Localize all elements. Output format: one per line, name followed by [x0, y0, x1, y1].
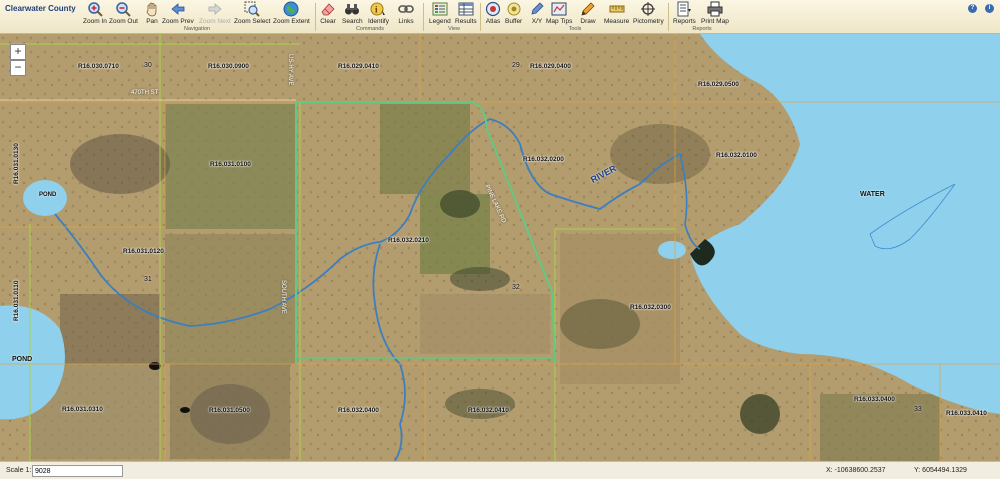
toolbar-divider — [423, 3, 424, 31]
legend-button[interactable]: Legend — [429, 1, 451, 27]
table-icon — [458, 1, 474, 17]
parcel-label[interactable]: R16.032.0100 — [716, 152, 757, 159]
legend-icon — [432, 1, 448, 17]
commands-group-label: Commands — [355, 26, 385, 32]
zoom-in-button[interactable]: Zoom In — [83, 1, 107, 27]
toolbar-divider — [315, 3, 316, 31]
hand-icon — [144, 1, 160, 17]
reports-icon — [676, 1, 692, 17]
parcel-label[interactable]: R16.031.0120 — [123, 248, 164, 255]
status-bar: Scale 1: X: -10638600.2537 Y: 6054494.13… — [0, 461, 1000, 479]
map-zoom-out-button[interactable]: − — [10, 60, 26, 76]
water-label: POND — [12, 356, 33, 363]
identify-button[interactable]: i Identify — [368, 1, 389, 27]
parcel-label[interactable]: R16.031.0130 — [13, 143, 20, 184]
section-number: 33 — [914, 406, 922, 413]
parcel-label[interactable]: R16.031.0310 — [62, 406, 103, 413]
eraser-icon — [320, 1, 336, 17]
binoculars-icon — [344, 1, 360, 17]
toolbar: Clearwater County Zoom In Zoom Out Pan Z… — [0, 0, 1000, 34]
xy-pin-icon — [529, 1, 545, 17]
water-label: POND — [39, 192, 57, 198]
map-zoom-in-button[interactable]: + — [10, 44, 26, 60]
chain-link-icon — [398, 1, 414, 17]
parcel-label[interactable]: R16.030.0900 — [208, 63, 249, 70]
toolbar-divider — [480, 3, 481, 31]
reports-group-label: Reports — [692, 26, 712, 32]
section-number: 31 — [144, 276, 152, 283]
links-button[interactable]: Links — [398, 1, 414, 27]
zoom-out-button[interactable]: Zoom Out — [109, 1, 138, 27]
road-label: US-HY AVE — [287, 54, 293, 86]
draw-button[interactable]: Draw — [580, 1, 596, 27]
globe-icon — [283, 1, 299, 17]
buffer-icon — [506, 1, 522, 17]
zoom-prev-button[interactable]: Zoom Prev — [162, 1, 194, 27]
zoom-select-button[interactable]: Zoom Select — [234, 1, 271, 27]
arrow-left-icon — [170, 1, 186, 17]
pictometry-button[interactable]: Pictometry — [633, 1, 664, 27]
results-button[interactable]: Results — [455, 1, 477, 27]
road-label: SOUTH AVE — [280, 280, 286, 314]
map-tips-button[interactable]: Map Tips — [546, 1, 572, 27]
parcel-label[interactable]: R16.032.0210 — [388, 237, 429, 244]
reports-button[interactable]: Reports — [673, 1, 696, 27]
section-number: 32 — [512, 284, 520, 291]
parcel-label[interactable]: R16.033.0410 — [946, 410, 987, 417]
printer-icon — [707, 1, 723, 17]
parcel-label[interactable]: R16.032.0300 — [630, 304, 671, 311]
y-coordinate: Y: 6054494.1329 — [914, 467, 967, 474]
map-view[interactable]: + − R16.030.0710 R16.030.0900 R16.029.04… — [0, 34, 1000, 461]
section-number: 29 — [512, 62, 520, 69]
zoom-extent-button[interactable]: Zoom Extent — [273, 1, 310, 27]
parcel-label[interactable]: R16.029.0410 — [338, 63, 379, 70]
buffer-button[interactable]: Buffer — [505, 1, 522, 27]
scale-label: Scale 1: — [6, 467, 32, 474]
x-coordinate: X: -10638600.2537 — [826, 467, 886, 474]
info-icon[interactable]: i — [985, 4, 994, 13]
print-map-button[interactable]: Print Map — [701, 1, 729, 27]
view-group-label: View — [448, 26, 460, 32]
tools-group-label: Tools — [568, 26, 582, 32]
zoom-next-button[interactable]: Zoom Next — [199, 1, 231, 27]
road-label: 470TH ST — [131, 90, 159, 96]
water-label: WATER — [860, 191, 885, 198]
parcel-label[interactable]: R16.031.0100 — [210, 161, 251, 168]
parcel-label[interactable]: R16.032.0200 — [523, 156, 564, 163]
scale-input[interactable] — [32, 465, 123, 477]
arrow-right-icon — [207, 1, 223, 17]
xy-button[interactable]: X/Y — [529, 1, 545, 27]
parcel-label[interactable]: R16.032.0400 — [338, 407, 379, 414]
navigation-group-label: Navigation — [184, 26, 210, 32]
search-button[interactable]: Search — [342, 1, 363, 27]
ruler-icon — [609, 1, 625, 17]
parcel-label[interactable]: R16.032.0410 — [468, 407, 509, 414]
parcel-label[interactable]: R16.029.0400 — [530, 63, 571, 70]
clear-button[interactable]: Clear — [320, 1, 336, 27]
measure-button[interactable]: Measure — [604, 1, 629, 27]
zoom-in-icon — [87, 1, 103, 17]
parcel-label[interactable]: R16.030.0710 — [78, 63, 119, 70]
parcel-label[interactable]: R16.029.0500 — [698, 81, 739, 88]
pan-button[interactable]: Pan — [144, 1, 160, 27]
zoom-select-icon — [244, 1, 260, 17]
parcel-label[interactable]: R16.031.0110 — [13, 281, 20, 321]
help-icon[interactable]: ? — [968, 4, 977, 13]
parcel-label[interactable]: R16.031.0500 — [209, 407, 250, 414]
identify-icon: i — [370, 1, 386, 17]
atlas-icon — [485, 1, 501, 17]
crosshair-icon — [640, 1, 656, 17]
section-number: 30 — [144, 62, 152, 69]
atlas-button[interactable]: Atlas — [485, 1, 501, 27]
app-title: Clearwater County — [5, 4, 76, 13]
zoom-out-icon — [115, 1, 132, 17]
parcel-label[interactable]: R16.033.0400 — [854, 396, 895, 403]
map-tips-icon — [551, 1, 567, 17]
pencil-icon — [580, 1, 596, 17]
toolbar-divider — [668, 3, 669, 31]
